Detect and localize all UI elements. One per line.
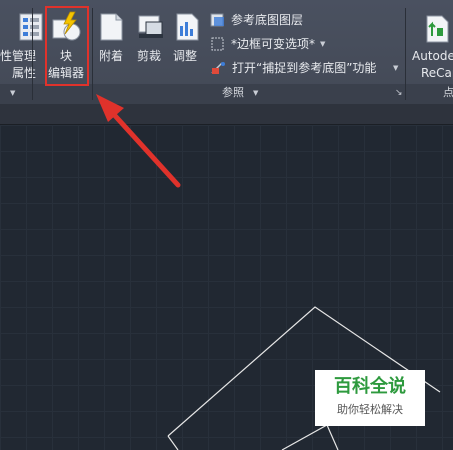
- house-wall-line: [167, 435, 179, 450]
- watermark-logo: 百科全说 助你轻松解决: [315, 370, 425, 426]
- watermark-subtitle: 助你轻松解决: [337, 403, 403, 416]
- watermark-title: 百科全说: [334, 376, 406, 397]
- red-arrow: [96, 94, 181, 188]
- inner-polyline: [281, 424, 339, 450]
